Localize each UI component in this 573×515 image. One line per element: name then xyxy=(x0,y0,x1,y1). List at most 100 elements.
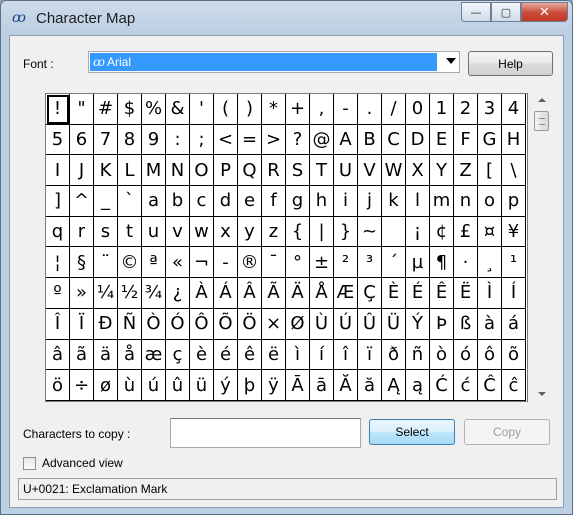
char-cell[interactable]: 1 xyxy=(430,94,454,125)
char-cell[interactable]: ÷ xyxy=(70,370,94,401)
char-cell[interactable]: F xyxy=(454,124,478,156)
char-cell[interactable]: ` xyxy=(118,186,142,217)
char-cell[interactable]: µ xyxy=(406,247,430,279)
copy-button[interactable]: Copy xyxy=(464,419,550,445)
char-cell[interactable]: Ú xyxy=(334,308,358,340)
char-cell[interactable]: : xyxy=(166,124,190,156)
char-cell[interactable]: S xyxy=(286,155,310,187)
char-cell[interactable]: Ë xyxy=(454,278,478,309)
char-cell[interactable]: 6 xyxy=(70,124,94,156)
char-cell[interactable]: ª xyxy=(142,247,166,279)
char-cell[interactable]: n xyxy=(454,186,478,217)
char-cell[interactable]: þ xyxy=(238,370,262,401)
maximize-button[interactable]: ▢ xyxy=(491,2,521,22)
char-cell[interactable]: p xyxy=(502,186,526,217)
char-cell[interactable]: è xyxy=(190,339,214,371)
char-cell[interactable]: É xyxy=(406,278,430,309)
char-cell[interactable]: ¬ xyxy=(190,247,214,279)
char-cell[interactable]: k xyxy=(382,186,406,217)
char-cell[interactable]: ă xyxy=(358,370,382,401)
char-cell[interactable]: + xyxy=(286,94,310,125)
char-cell[interactable]: ä xyxy=(94,339,118,371)
char-cell[interactable]: ¯ xyxy=(262,247,286,279)
char-cell[interactable]: d xyxy=(214,186,238,217)
char-cell[interactable]: Ì xyxy=(478,278,502,309)
char-cell[interactable]: j xyxy=(358,186,382,217)
scroll-thumb[interactable] xyxy=(534,111,549,131)
char-cell[interactable]: ó xyxy=(454,339,478,371)
char-cell[interactable]: « xyxy=(166,247,190,279)
char-cell[interactable]: ± xyxy=(310,247,334,279)
char-cell[interactable]: B xyxy=(358,124,382,156)
char-cell[interactable]: R xyxy=(262,155,286,187)
char-cell[interactable]: $ xyxy=(118,94,142,125)
char-cell[interactable]: Ò xyxy=(142,308,166,340)
char-cell[interactable]: ñ xyxy=(406,339,430,371)
char-cell[interactable]: 0 xyxy=(406,94,430,125)
char-cell[interactable]: G xyxy=(478,124,502,156)
char-cell[interactable]: Ê xyxy=(430,278,454,309)
char-cell[interactable]: ç xyxy=(166,339,190,371)
char-cell[interactable]: ¢ xyxy=(430,216,454,248)
char-cell[interactable]: J xyxy=(70,155,94,187)
char-cell[interactable]: i xyxy=(334,186,358,217)
char-cell[interactable]: Å xyxy=(310,278,334,309)
char-cell[interactable]: ) xyxy=(238,94,262,125)
char-cell[interactable]: s xyxy=(94,216,118,248)
char-cell[interactable]: ² xyxy=(334,247,358,279)
char-cell[interactable]: o xyxy=(478,186,502,217)
char-cell[interactable]: Ð xyxy=(94,308,118,340)
checkbox-box[interactable] xyxy=(23,456,36,470)
char-cell[interactable]: Â xyxy=(238,278,262,309)
char-cell[interactable]: Ø xyxy=(286,308,310,340)
chevron-down-icon[interactable] xyxy=(446,58,456,64)
char-cell[interactable]: · xyxy=(454,247,478,279)
char-cell[interactable]: 2 xyxy=(454,94,478,125)
char-cell[interactable]: D xyxy=(406,124,430,156)
char-cell[interactable]: ć xyxy=(454,370,478,401)
char-cell[interactable]: ' xyxy=(190,94,214,125)
char-cell[interactable]: P xyxy=(214,155,238,187)
char-cell[interactable]: < xyxy=(214,124,238,156)
char-cell[interactable]: Y xyxy=(430,155,454,187)
char-cell[interactable]: ] xyxy=(46,186,70,217)
char-cell[interactable]: ¨ xyxy=(94,247,118,279)
char-cell[interactable]: , xyxy=(310,94,334,125)
char-cell[interactable]: Ô xyxy=(190,308,214,340)
char-cell[interactable]: > xyxy=(262,124,286,156)
char-cell[interactable]: _ xyxy=(94,186,118,217)
char-cell[interactable]: m xyxy=(430,186,454,217)
char-cell[interactable]: ÿ xyxy=(262,370,286,401)
char-cell[interactable]: Û xyxy=(358,308,382,340)
char-cell[interactable]: q xyxy=(46,216,70,248)
char-cell[interactable]: f xyxy=(262,186,286,217)
close-button[interactable]: ✕ xyxy=(521,2,568,22)
char-cell[interactable]: û xyxy=(166,370,190,401)
char-cell[interactable]: V xyxy=(358,155,382,187)
char-cell[interactable]: U xyxy=(334,155,358,187)
char-cell[interactable]: ¿ xyxy=(166,278,190,309)
char-cell[interactable]: Ö xyxy=(238,308,262,340)
char-cell[interactable]: ¦ xyxy=(46,247,70,279)
char-cell[interactable]: Ã xyxy=(262,278,286,309)
char-cell[interactable]: 9 xyxy=(142,124,166,156)
char-cell[interactable]: ¹ xyxy=(502,247,526,279)
char-cell[interactable]: 4 xyxy=(502,94,526,125)
char-cell[interactable]: / xyxy=(382,94,406,125)
char-cell[interactable]: ì xyxy=(286,339,310,371)
char-cell[interactable]: ô xyxy=(478,339,502,371)
char-cell[interactable]: K xyxy=(94,155,118,187)
char-cell[interactable]: ú xyxy=(142,370,166,401)
char-cell[interactable]: 7 xyxy=(94,124,118,156)
char-cell[interactable]: 5 xyxy=(46,124,70,156)
char-cell[interactable]: - xyxy=(214,247,238,279)
char-cell[interactable]: Í xyxy=(502,278,526,309)
char-cell[interactable]: ø xyxy=(94,370,118,401)
char-cell[interactable]: M xyxy=(142,155,166,187)
char-cell[interactable]: Á xyxy=(214,278,238,309)
char-cell[interactable]: õ xyxy=(502,339,526,371)
char-cell[interactable]: 8 xyxy=(118,124,142,156)
char-cell[interactable]: à xyxy=(478,308,502,340)
char-cell[interactable]: ý xyxy=(214,370,238,401)
minimize-button[interactable]: — xyxy=(461,2,491,22)
